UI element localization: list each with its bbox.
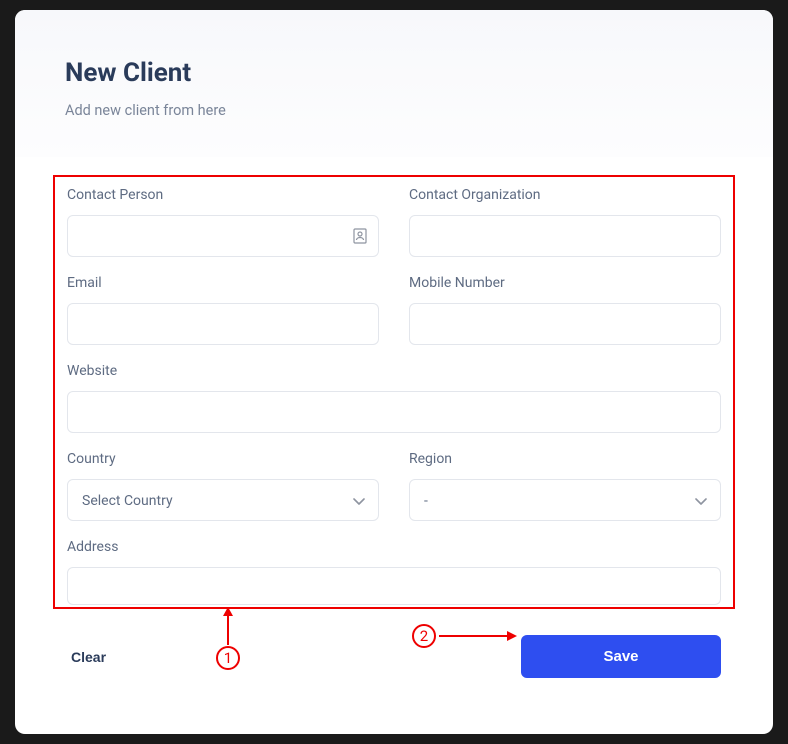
region-label: Region xyxy=(409,451,721,467)
modal-title: New Client xyxy=(65,58,723,88)
website-input[interactable] xyxy=(67,391,721,433)
mobile-group: Mobile Number xyxy=(409,275,721,345)
modal-body: Contact Person Contact Organiz xyxy=(15,157,773,734)
address-group: Address xyxy=(67,539,721,605)
email-input[interactable] xyxy=(67,303,379,345)
new-client-modal: New Client Add new client from here Cont… xyxy=(15,10,773,734)
contact-org-group: Contact Organization xyxy=(409,187,721,257)
mobile-label: Mobile Number xyxy=(409,275,721,291)
email-label: Email xyxy=(67,275,379,291)
contact-org-input[interactable] xyxy=(409,215,721,257)
contact-person-group: Contact Person xyxy=(67,187,379,257)
address-label: Address xyxy=(67,539,721,555)
contact-org-label: Contact Organization xyxy=(409,187,721,203)
modal-subtitle: Add new client from here xyxy=(65,102,723,119)
clear-button[interactable]: Clear xyxy=(67,639,110,675)
button-row: Clear Save xyxy=(53,623,735,678)
website-group: Website xyxy=(67,363,721,433)
country-select[interactable]: Select Country xyxy=(67,479,379,521)
country-group: Country Select Country xyxy=(67,451,379,521)
contact-person-label: Contact Person xyxy=(67,187,379,203)
region-group: Region - xyxy=(409,451,721,521)
mobile-input[interactable] xyxy=(409,303,721,345)
form-area: Contact Person Contact Organiz xyxy=(53,177,735,605)
email-group: Email xyxy=(67,275,379,345)
region-select[interactable]: - xyxy=(409,479,721,521)
address-input[interactable] xyxy=(67,567,721,605)
modal-header: New Client Add new client from here xyxy=(15,10,773,157)
save-button[interactable]: Save xyxy=(521,635,721,678)
website-label: Website xyxy=(67,363,721,379)
country-label: Country xyxy=(67,451,379,467)
contact-person-input[interactable] xyxy=(67,215,379,257)
